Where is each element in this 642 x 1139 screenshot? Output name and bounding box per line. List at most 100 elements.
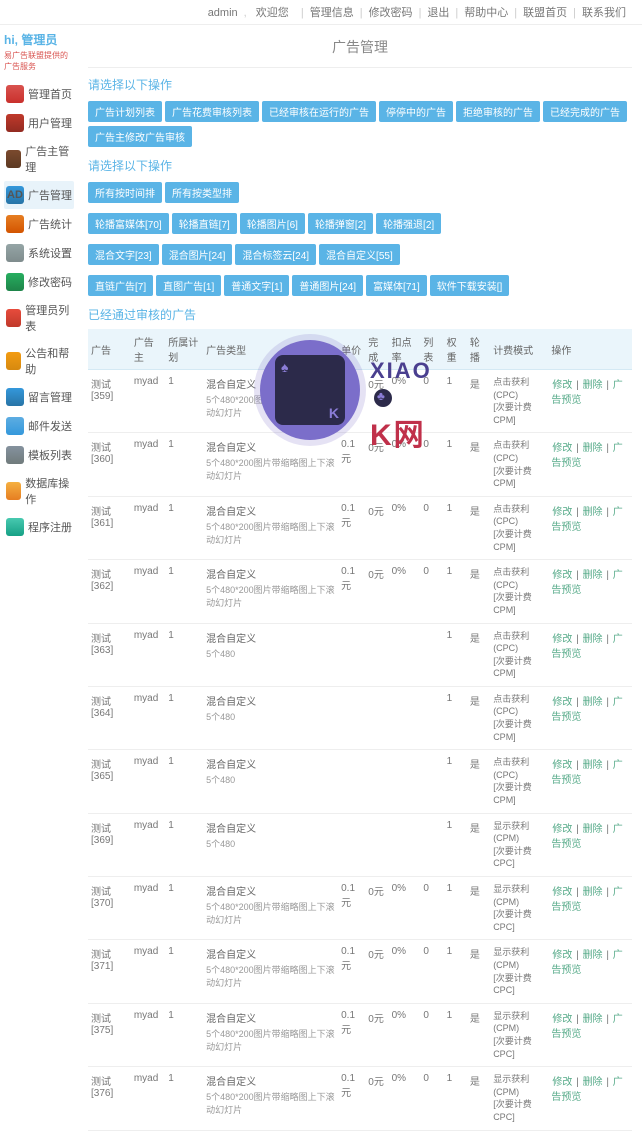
filter-tag[interactable]: 已经审核在运行的广告: [262, 101, 376, 122]
menu-item[interactable]: 管理员列表: [4, 297, 74, 339]
ad-type: 混合自定义5个480: [203, 686, 338, 749]
tag-row: 轮播富媒体[70]轮播直链[7]轮播图片[6]轮播弹窗[2]轮播强退[2]: [88, 211, 632, 236]
op-link[interactable]: 删除: [583, 443, 603, 454]
top-link[interactable]: 修改密码: [369, 7, 413, 19]
ad-rotate: 是: [467, 496, 490, 559]
filter-tag[interactable]: 轮播图片[6]: [240, 213, 305, 234]
ad-id[interactable]: 测试[370]: [88, 877, 131, 940]
ad-id[interactable]: 测试[361]: [88, 496, 131, 559]
filter-tag[interactable]: 轮播直链[7]: [172, 213, 237, 234]
filter-tag[interactable]: 普通文字[1]: [224, 275, 289, 296]
op-link[interactable]: 删除: [583, 697, 603, 708]
menu-icon: [6, 446, 24, 464]
filter-tag[interactable]: 轮播富媒体[70]: [88, 213, 169, 234]
menu-item[interactable]: AD广告管理: [4, 181, 74, 209]
filter-tag[interactable]: 软件下载安装[]: [430, 275, 510, 296]
op-link[interactable]: 修改: [552, 760, 572, 771]
op-link[interactable]: 删除: [583, 380, 603, 391]
top-link[interactable]: 帮助中心: [464, 7, 508, 19]
ad-id[interactable]: 测试[360]: [88, 433, 131, 496]
top-link[interactable]: 退出: [427, 7, 449, 19]
menu-item[interactable]: 广告统计: [4, 210, 74, 238]
ad-id[interactable]: 测试[364]: [88, 686, 131, 749]
ad-plan: 1: [165, 623, 203, 686]
filter-tag[interactable]: 轮播弹窗[2]: [308, 213, 373, 234]
ad-id[interactable]: 测试[371]: [88, 940, 131, 1003]
op-link[interactable]: 修改: [552, 507, 572, 518]
filter-tag[interactable]: 拒绝审核的广告: [456, 101, 540, 122]
filter-tag[interactable]: 混合图片[24]: [162, 244, 233, 265]
menu-item[interactable]: 模板列表: [4, 441, 74, 469]
filter-tag[interactable]: 广告计划列表: [88, 101, 162, 122]
menu-label: 广告管理: [28, 187, 72, 203]
filter-tag[interactable]: 所有按时间排: [88, 182, 162, 203]
ad-rate: 0%: [389, 877, 421, 940]
menu-label: 修改密码: [28, 274, 72, 290]
ad-done: [365, 686, 388, 749]
welcome-text: 欢迎您: [256, 7, 289, 19]
filter-tag[interactable]: 普通图片[24]: [292, 275, 363, 296]
op-link[interactable]: 删除: [583, 1014, 603, 1025]
ad-owner: myad: [131, 496, 165, 559]
logo-subtitle: 易广告联盟提供的广告服务: [4, 50, 74, 72]
top-link[interactable]: 管理信息: [310, 7, 354, 19]
ad-type: 混合自定义5个480*200图片带缩略图上下滚动幻灯片: [203, 433, 338, 496]
op-link[interactable]: 删除: [583, 1077, 603, 1088]
filter-tag[interactable]: 停停中的广告: [379, 101, 453, 122]
op-link[interactable]: 修改: [552, 950, 572, 961]
ad-id[interactable]: 测试[362]: [88, 560, 131, 623]
menu-item[interactable]: 修改密码: [4, 268, 74, 296]
op-link[interactable]: 修改: [552, 570, 572, 581]
ad-plan: 1: [165, 940, 203, 1003]
filter-tag[interactable]: 混合自定义[55]: [319, 244, 400, 265]
table-row: 测试[364]myad1混合自定义5个4801是点击获利(CPC)[次要计费CP…: [88, 686, 632, 749]
menu-item[interactable]: 程序注册: [4, 513, 74, 541]
filter-tag[interactable]: 直图广告[1]: [156, 275, 221, 296]
ad-weight: 1: [444, 433, 467, 496]
top-link[interactable]: 联盟首页: [523, 7, 567, 19]
op-link[interactable]: 修改: [552, 443, 572, 454]
op-link[interactable]: 修改: [552, 634, 572, 645]
op-link[interactable]: 修改: [552, 887, 572, 898]
filter-tag[interactable]: 混合文字[23]: [88, 244, 159, 265]
menu-item[interactable]: 数据库操作: [4, 470, 74, 512]
filter-tag[interactable]: 广告主修改广告审核: [88, 126, 192, 147]
op-link[interactable]: 删除: [583, 887, 603, 898]
op-link[interactable]: 删除: [583, 634, 603, 645]
filter-tag[interactable]: 混合标签云[24]: [235, 244, 316, 265]
op-link[interactable]: 修改: [552, 1077, 572, 1088]
filter-tag[interactable]: 所有按类型排: [165, 182, 239, 203]
op-link[interactable]: 删除: [583, 950, 603, 961]
filter-tag[interactable]: 广告花费审核列表: [165, 101, 259, 122]
op-link[interactable]: 修改: [552, 824, 572, 835]
filter-tag[interactable]: 直链广告[7]: [88, 275, 153, 296]
op-link[interactable]: 修改: [552, 1014, 572, 1025]
op-link[interactable]: 修改: [552, 380, 572, 391]
op-link[interactable]: 修改: [552, 697, 572, 708]
menu-item[interactable]: 公告和帮助: [4, 340, 74, 382]
ad-id[interactable]: 测试[369]: [88, 813, 131, 876]
menu-item[interactable]: 广告主管理: [4, 138, 74, 180]
ad-id[interactable]: 测试[376]: [88, 1067, 131, 1130]
menu-item[interactable]: 邮件发送: [4, 412, 74, 440]
filter-tag[interactable]: 轮播强退[2]: [376, 213, 441, 234]
menu-item[interactable]: 留言管理: [4, 383, 74, 411]
menu-item[interactable]: 系统设置: [4, 239, 74, 267]
op-link[interactable]: 删除: [583, 570, 603, 581]
ad-id[interactable]: 测试[363]: [88, 623, 131, 686]
ad-weight: 1: [444, 560, 467, 623]
menu-item[interactable]: 用户管理: [4, 109, 74, 137]
top-link[interactable]: 联系我们: [582, 7, 626, 19]
ad-weight: 1: [444, 877, 467, 940]
ad-rotate: 是: [467, 370, 490, 433]
ad-id[interactable]: 测试[365]: [88, 750, 131, 813]
menu-item[interactable]: 管理首页: [4, 80, 74, 108]
op-link[interactable]: 删除: [583, 824, 603, 835]
op-link[interactable]: 删除: [583, 507, 603, 518]
op-link[interactable]: 删除: [583, 760, 603, 771]
filter-tag[interactable]: 富媒体[71]: [366, 275, 427, 296]
ad-id[interactable]: 测试[375]: [88, 1003, 131, 1066]
filter-tag[interactable]: 已经完成的广告: [543, 101, 627, 122]
ad-id[interactable]: 测试[359]: [88, 370, 131, 433]
ad-owner: myad: [131, 560, 165, 623]
